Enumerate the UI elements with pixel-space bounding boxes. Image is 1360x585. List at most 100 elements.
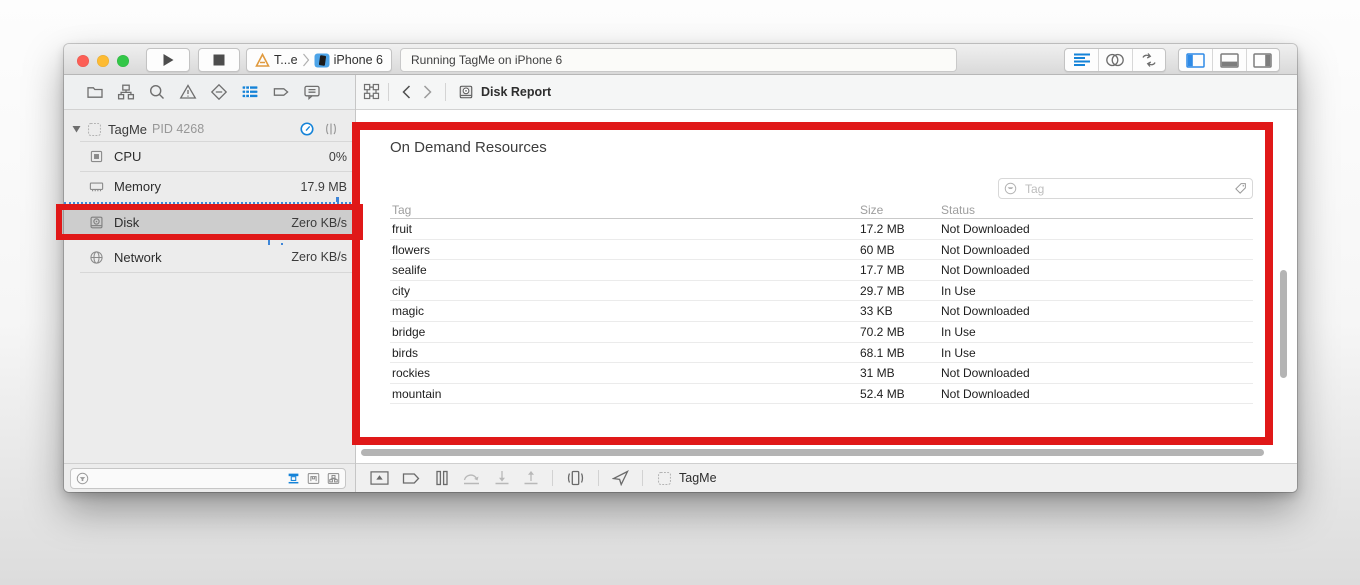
cell-tag: magic bbox=[392, 301, 424, 322]
step-into-button[interactable] bbox=[494, 470, 510, 486]
view-hierarchy-filter-button[interactable] bbox=[326, 471, 341, 486]
version-editor-button[interactable] bbox=[1132, 49, 1165, 71]
vertical-scrollbar[interactable] bbox=[1280, 270, 1287, 378]
sidebar-item-memory[interactable]: Memory 17.9 MB bbox=[64, 172, 355, 201]
view-hierarchy-button[interactable] bbox=[566, 470, 585, 486]
report-navigator-tab[interactable] bbox=[302, 82, 322, 102]
standard-editor-button[interactable] bbox=[1065, 49, 1098, 71]
step-over-button[interactable] bbox=[462, 470, 481, 486]
related-items-button[interactable] bbox=[363, 83, 381, 101]
pause-gauge-icon[interactable] bbox=[299, 121, 315, 137]
cell-status: Not Downloaded bbox=[941, 240, 1030, 261]
filter-menu-icon[interactable] bbox=[1003, 181, 1018, 196]
thread-view-icon[interactable] bbox=[323, 121, 339, 137]
speech-bubble-icon bbox=[302, 82, 322, 102]
table-row[interactable]: mountain52.4 MBNot Downloaded bbox=[390, 384, 1253, 405]
hierarchy-icon bbox=[116, 82, 136, 102]
jump-bar: Disk Report bbox=[356, 75, 1297, 110]
assistant-editor-button[interactable] bbox=[1098, 49, 1131, 71]
scheme-selector[interactable]: T...e iPhone 6 bbox=[246, 48, 392, 72]
cell-tag: city bbox=[392, 281, 410, 302]
table-row[interactable]: city29.7 MBIn Use bbox=[390, 281, 1253, 302]
filter-input[interactable] bbox=[90, 473, 286, 485]
tag-filter-field bbox=[998, 178, 1253, 199]
gauge-label: Network bbox=[114, 250, 162, 265]
simulate-location-button[interactable] bbox=[612, 470, 629, 486]
chevron-separator-icon bbox=[302, 53, 310, 67]
debug-navigator-tab[interactable] bbox=[240, 82, 260, 102]
sidebar-item-disk[interactable]: Disk Zero KB/s bbox=[64, 207, 355, 238]
cell-tag: bridge bbox=[392, 322, 425, 343]
utilities-panel-icon bbox=[1253, 53, 1272, 68]
jumpbar-title[interactable]: Disk Report bbox=[481, 85, 551, 99]
destination-name: iPhone 6 bbox=[334, 53, 383, 67]
column-header-size[interactable]: Size bbox=[860, 203, 883, 217]
disk-report-pane: On Demand Resources Tag Size Status frui… bbox=[356, 110, 1297, 463]
disk-icon bbox=[88, 214, 105, 231]
table-row[interactable]: sealife17.7 MBNot Downloaded bbox=[390, 260, 1253, 281]
disclosure-triangle-icon[interactable] bbox=[72, 125, 81, 133]
hide-debug-area-button[interactable] bbox=[370, 470, 389, 486]
gauge-label: Memory bbox=[114, 179, 161, 194]
breakpoints-toggle-button[interactable] bbox=[402, 471, 422, 486]
folder-icon bbox=[85, 82, 105, 102]
memory-graph-spike bbox=[336, 197, 339, 202]
forward-button[interactable] bbox=[417, 85, 438, 99]
memory-graph-line bbox=[64, 202, 355, 204]
stop-button[interactable] bbox=[198, 48, 240, 72]
stop-icon bbox=[213, 54, 225, 66]
cell-tag: mountain bbox=[392, 384, 441, 405]
chevron-right-icon bbox=[423, 85, 432, 99]
symbol-navigator-tab[interactable] bbox=[116, 82, 136, 102]
navigator-bar bbox=[64, 75, 355, 110]
project-navigator-tab[interactable] bbox=[85, 82, 105, 102]
debug-area-toggle-button[interactable] bbox=[1212, 49, 1245, 71]
filter-icon[interactable] bbox=[75, 471, 90, 486]
cell-size: 52.4 MB bbox=[860, 384, 905, 405]
process-row[interactable]: TagMe PID 4268 bbox=[64, 117, 355, 141]
find-navigator-tab[interactable] bbox=[147, 82, 167, 102]
table-row[interactable]: birds68.1 MBIn Use bbox=[390, 343, 1253, 364]
pause-button[interactable] bbox=[435, 470, 449, 486]
divider bbox=[598, 470, 599, 486]
app-placeholder-icon bbox=[86, 121, 103, 138]
cell-size: 29.7 MB bbox=[860, 281, 905, 302]
view-process-by-thread-button[interactable] bbox=[286, 471, 301, 486]
sidebar-item-network[interactable]: Network Zero KB/s bbox=[64, 244, 355, 270]
close-button[interactable] bbox=[77, 55, 89, 67]
cell-size: 31 MB bbox=[860, 363, 895, 384]
search-icon bbox=[147, 82, 167, 102]
table-row[interactable]: bridge70.2 MBIn Use bbox=[390, 322, 1253, 343]
issue-navigator-tab[interactable] bbox=[178, 82, 198, 102]
test-navigator-tab[interactable] bbox=[209, 82, 229, 102]
table-row[interactable]: fruit17.2 MBNot Downloaded bbox=[390, 219, 1253, 240]
run-button[interactable] bbox=[146, 48, 190, 72]
table-row[interactable]: flowers60 MBNot Downloaded bbox=[390, 240, 1253, 261]
cell-tag: fruit bbox=[392, 219, 412, 240]
column-header-tag[interactable]: Tag bbox=[392, 203, 411, 217]
table-row[interactable]: magic33 KBNot Downloaded bbox=[390, 301, 1253, 322]
horizontal-scrollbar[interactable] bbox=[361, 449, 1264, 456]
minimize-button[interactable] bbox=[97, 55, 109, 67]
stack-frames-filter-button[interactable] bbox=[306, 471, 321, 486]
utilities-toggle-button[interactable] bbox=[1246, 49, 1279, 71]
navigator-toggle-button[interactable] bbox=[1179, 49, 1212, 71]
xcode-project-icon bbox=[255, 53, 270, 68]
resources-table: fruit17.2 MBNot Downloaded flowers60 MBN… bbox=[390, 219, 1253, 404]
breakpoint-navigator-tab[interactable] bbox=[271, 82, 291, 102]
navigator-panel-icon bbox=[1186, 53, 1205, 68]
debug-process-chip[interactable]: TagMe bbox=[656, 470, 717, 487]
table-row[interactable]: rockies31 MBNot Downloaded bbox=[390, 363, 1253, 384]
column-header-status[interactable]: Status bbox=[941, 203, 975, 217]
cell-tag: sealife bbox=[392, 260, 427, 281]
sidebar-item-cpu[interactable]: CPU 0% bbox=[64, 142, 355, 171]
filter-field[interactable] bbox=[70, 468, 346, 489]
step-out-button[interactable] bbox=[523, 470, 539, 486]
app-placeholder-icon bbox=[656, 470, 673, 487]
zoom-button[interactable] bbox=[117, 55, 129, 67]
debug-app-label: TagMe bbox=[679, 471, 717, 485]
back-button[interactable] bbox=[396, 85, 417, 99]
tag-icon[interactable] bbox=[1233, 181, 1248, 196]
tag-filter-input[interactable] bbox=[998, 178, 1253, 199]
related-items-grid-icon bbox=[363, 83, 381, 101]
